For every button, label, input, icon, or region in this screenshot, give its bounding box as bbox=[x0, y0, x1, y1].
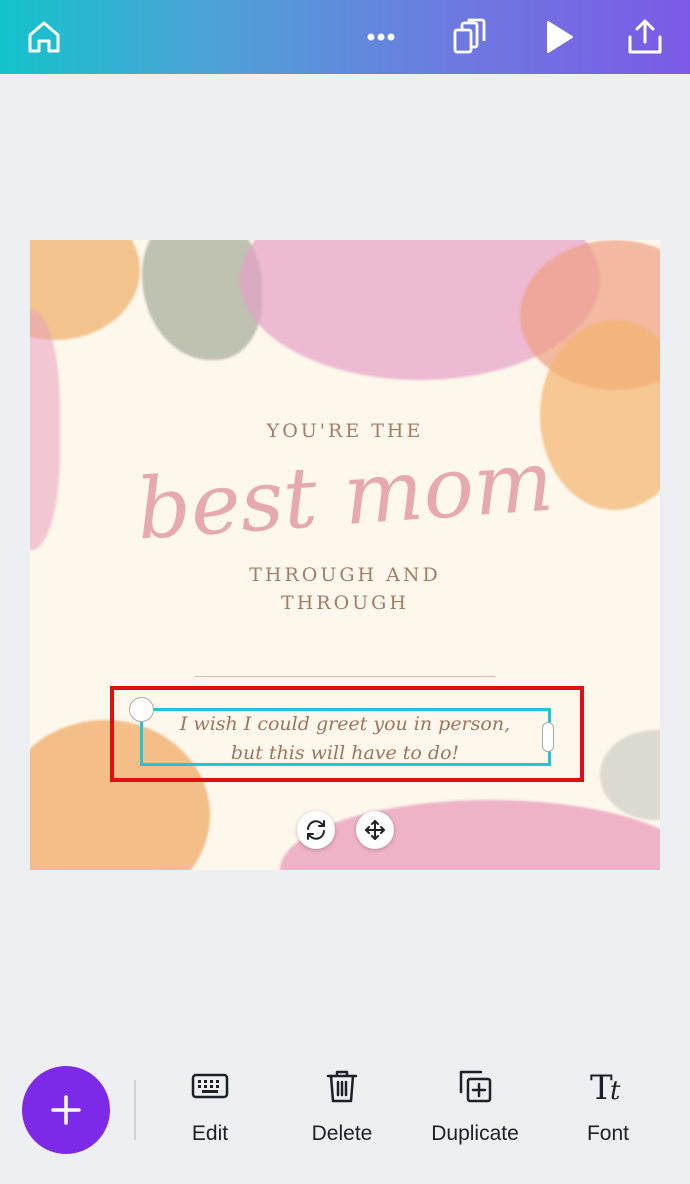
delete-button[interactable]: Delete bbox=[287, 1066, 397, 1156]
play-button[interactable] bbox=[529, 8, 587, 66]
resize-handle[interactable] bbox=[542, 722, 554, 752]
message-line-1: I wish I could greet you in person, bbox=[179, 713, 511, 735]
share-button[interactable] bbox=[616, 8, 674, 66]
add-button[interactable] bbox=[22, 1066, 110, 1154]
duplicate-label: Duplicate bbox=[431, 1122, 519, 1145]
delete-label: Delete bbox=[311, 1122, 373, 1145]
play-icon bbox=[547, 21, 573, 53]
pages-icon bbox=[453, 18, 486, 54]
edit-label: Edit bbox=[191, 1122, 229, 1145]
more-icon bbox=[367, 33, 395, 41]
toolbar-divider bbox=[134, 1080, 136, 1140]
heading-line-3[interactable]: THROUGH bbox=[30, 592, 660, 614]
message-text[interactable]: I wish I could greet you in person, but … bbox=[140, 710, 550, 768]
heading-line-2[interactable]: THROUGH AND bbox=[30, 564, 660, 586]
edit-button[interactable]: Edit bbox=[155, 1066, 265, 1156]
svg-text:t: t bbox=[610, 1076, 621, 1106]
rotate-icon bbox=[307, 820, 325, 840]
duplicate-button[interactable]: Duplicate bbox=[420, 1066, 530, 1156]
watercolor-blob bbox=[600, 730, 660, 820]
selection-corner-handle[interactable] bbox=[129, 697, 154, 722]
share-icon bbox=[628, 19, 662, 54]
home-icon bbox=[28, 21, 60, 53]
more-button[interactable] bbox=[352, 8, 410, 66]
move-icon bbox=[365, 820, 385, 840]
divider-line bbox=[195, 676, 495, 677]
font-label: Font bbox=[586, 1122, 630, 1145]
font-icon: T t bbox=[590, 1068, 621, 1106]
rotate-button[interactable] bbox=[297, 811, 335, 849]
pages-button[interactable] bbox=[440, 8, 498, 66]
font-button[interactable]: T t Font bbox=[553, 1066, 663, 1156]
script-title[interactable]: best mom bbox=[30, 423, 660, 567]
duplicate-icon bbox=[459, 1070, 492, 1103]
home-button[interactable] bbox=[15, 8, 73, 66]
trash-icon bbox=[326, 1070, 358, 1103]
move-button[interactable] bbox=[356, 811, 394, 849]
keyboard-icon bbox=[191, 1073, 229, 1099]
message-line-2: but this will have to do! bbox=[230, 742, 460, 764]
plus-icon bbox=[51, 1095, 81, 1125]
watercolor-blob bbox=[280, 800, 660, 870]
top-toolbar bbox=[0, 0, 690, 74]
design-canvas[interactable]: YOU'RE THE best mom THROUGH AND THROUGH … bbox=[30, 240, 660, 870]
